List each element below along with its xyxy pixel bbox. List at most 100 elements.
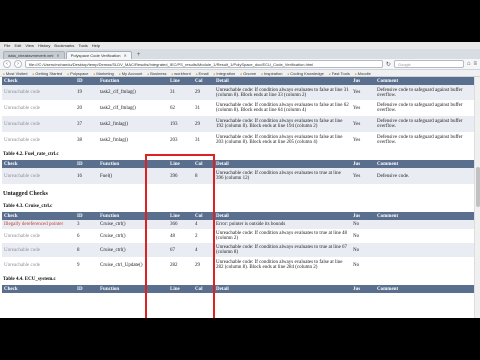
col-id[interactable]: ID — [75, 212, 98, 220]
col-id[interactable]: ID — [75, 77, 98, 85]
bookmark-item[interactable]: Integration — [214, 71, 235, 76]
col-detail[interactable]: Detail — [214, 160, 351, 168]
bookmark-item[interactable]: Moodle — [355, 71, 371, 76]
tab-label: data_cheaksvmeverb.xml — [8, 53, 54, 58]
navigation-bar: ‹ › file:///C:/Users/mchandu/Desktop/tem… — [0, 59, 480, 70]
bookmark-item[interactable]: Fast Tools — [329, 71, 350, 76]
col-jus[interactable]: Jus — [351, 212, 375, 220]
col-line[interactable]: Line — [168, 212, 193, 220]
close-icon[interactable]: ✕ — [124, 53, 127, 58]
cell-detail: Unreachable code: If condition always ev… — [214, 168, 351, 184]
cell-function: Cruise_ctrl() — [98, 229, 168, 243]
col-detail[interactable]: Detail — [214, 285, 351, 293]
table-row[interactable]: Unreachable code 38 task2_fmlag() 203 31… — [2, 132, 474, 148]
col-comment[interactable]: Comment — [375, 212, 474, 220]
cell-id: 9 — [75, 257, 98, 273]
menu-view[interactable]: View — [25, 43, 34, 48]
col-jus[interactable]: Jus — [351, 77, 375, 85]
bookmark-item[interactable]: Inspiration — [261, 71, 282, 76]
col-id[interactable]: ID — [75, 160, 98, 168]
bookmark-item[interactable]: Getting Started — [33, 71, 62, 76]
table-row[interactable]: Illegally dereferenced pointer 3 Cruise_… — [2, 220, 474, 229]
checks-table-cruise-ctrl: Check ID Function Line Col Detail Jus Co… — [2, 212, 474, 273]
menu-file[interactable]: File — [4, 43, 10, 48]
col-detail[interactable]: Detail — [214, 77, 351, 85]
cell-function: task2_fmlag() — [98, 116, 168, 132]
bookmark-item[interactable]: Coding Knowledge — [287, 71, 324, 76]
cell-comment: Defensive code to safeguard against buff… — [375, 100, 474, 116]
table-row[interactable]: Unreachable code 20 task2_clf_fmlag() 62… — [2, 100, 474, 116]
url-bar[interactable]: file:///C:/Users/mchandu/Desktop/temp/De… — [25, 60, 383, 68]
forward-icon[interactable]: › — [14, 60, 22, 68]
cell-comment — [375, 243, 474, 257]
table-row[interactable]: Unreachable code 8 Cruise_ctrl() 67 4 Un… — [2, 243, 474, 257]
col-function[interactable]: Function — [98, 212, 168, 220]
table-caption-fuel-rate: Table 4.2. Fuel_rate_ctrl.c — [3, 152, 59, 157]
table-row[interactable]: Unreachable code 37 task2_fmlag() 193 29… — [2, 116, 474, 132]
bookmark-item[interactable]: Marketing — [94, 71, 114, 76]
col-col[interactable]: Col — [193, 77, 214, 85]
col-function[interactable]: Function — [98, 77, 168, 85]
cell-detail: Unreachable code: If condition always ev… — [214, 229, 351, 243]
cell-detail: Unreachable code: If condition always ev… — [214, 85, 351, 100]
col-id[interactable]: ID — [75, 285, 98, 293]
close-icon[interactable]: ✕ — [56, 53, 59, 58]
menu-help[interactable]: Help — [92, 43, 100, 48]
col-check[interactable]: Check — [2, 77, 75, 85]
cell-detail: Unreachable code: If condition always ev… — [214, 116, 351, 132]
table-row[interactable]: Unreachable code 9 Cruise_ctrl_Update() … — [2, 257, 474, 273]
col-check[interactable]: Check — [2, 285, 75, 293]
new-tab-icon[interactable]: + — [133, 51, 145, 59]
bookmark-item[interactable]: Polyspace — [67, 71, 88, 76]
bookmark-item[interactable]: Email — [196, 71, 209, 76]
bookmark-item[interactable]: My Account — [119, 71, 143, 76]
vertical-scrollbar[interactable] — [474, 77, 480, 318]
menu-bookmarks[interactable]: Bookmarks — [54, 43, 74, 48]
tab-bar: data_cheaksvmeverb.xml ✕ Polyspace Code … — [0, 49, 480, 59]
col-jus[interactable]: Jus — [351, 160, 375, 168]
col-check[interactable]: Check — [2, 160, 75, 168]
menu-history[interactable]: History — [38, 43, 50, 48]
col-jus[interactable]: Jus — [351, 285, 375, 293]
bookmark-item[interactable]: Most Visited — [3, 71, 28, 76]
scrollbar-thumb[interactable] — [476, 167, 480, 207]
col-line[interactable]: Line — [168, 160, 193, 168]
cell-detail: Unreachable code: If condition always ev… — [214, 132, 351, 148]
menu-tools[interactable]: Tools — [78, 43, 87, 48]
col-line[interactable]: Line — [168, 77, 193, 85]
bookmark-item[interactable]: Gnome — [240, 71, 256, 76]
cell-id: 38 — [75, 132, 98, 148]
cell-line: 62 — [168, 100, 193, 116]
cell-line: 31 — [168, 85, 193, 100]
col-check[interactable]: Check — [2, 212, 75, 220]
back-icon[interactable]: ‹ — [3, 60, 11, 68]
col-col[interactable]: Col — [193, 285, 214, 293]
cell-jus: No — [351, 243, 375, 257]
col-detail[interactable]: Detail — [214, 212, 351, 220]
col-comment[interactable]: Comment — [375, 160, 474, 168]
cell-comment: Defensive code to safeguard against buff… — [375, 132, 474, 148]
table-row[interactable]: Unreachable code 19 task2_clf_fmlag() 31… — [2, 85, 474, 100]
col-comment[interactable]: Comment — [375, 77, 474, 85]
tab-data-xml[interactable]: data_cheaksvmeverb.xml ✕ — [3, 51, 65, 59]
cell-comment — [375, 220, 474, 229]
bookmark-item[interactable]: Business — [147, 71, 166, 76]
col-col[interactable]: Col — [193, 212, 214, 220]
home-icon[interactable]: ⌂ — [467, 61, 471, 67]
table-row[interactable]: Unreachable code 16 Fuel() 396 8 Unreach… — [2, 168, 474, 184]
bookmark-item[interactable]: workfront — [171, 71, 190, 76]
menu-edit[interactable]: Edit — [14, 43, 21, 48]
col-function[interactable]: Function — [98, 160, 168, 168]
cell-id: 16 — [75, 168, 98, 184]
menu-icon[interactable]: ≡ — [473, 61, 477, 67]
cell-col: 4 — [193, 220, 214, 229]
col-function[interactable]: Function — [98, 285, 168, 293]
reload-icon[interactable]: ↻ — [386, 61, 391, 68]
col-col[interactable]: Col — [193, 160, 214, 168]
col-comment[interactable]: Comment — [375, 285, 474, 293]
tab-polyspace[interactable]: Polyspace Code Verification ✕ — [65, 51, 132, 59]
col-line[interactable]: Line — [168, 285, 193, 293]
table-row[interactable]: Unreachable code 6 Cruise_ctrl() 48 2 Un… — [2, 229, 474, 243]
search-input[interactable]: Google — [393, 60, 464, 68]
cell-check: Unreachable code — [2, 85, 75, 100]
